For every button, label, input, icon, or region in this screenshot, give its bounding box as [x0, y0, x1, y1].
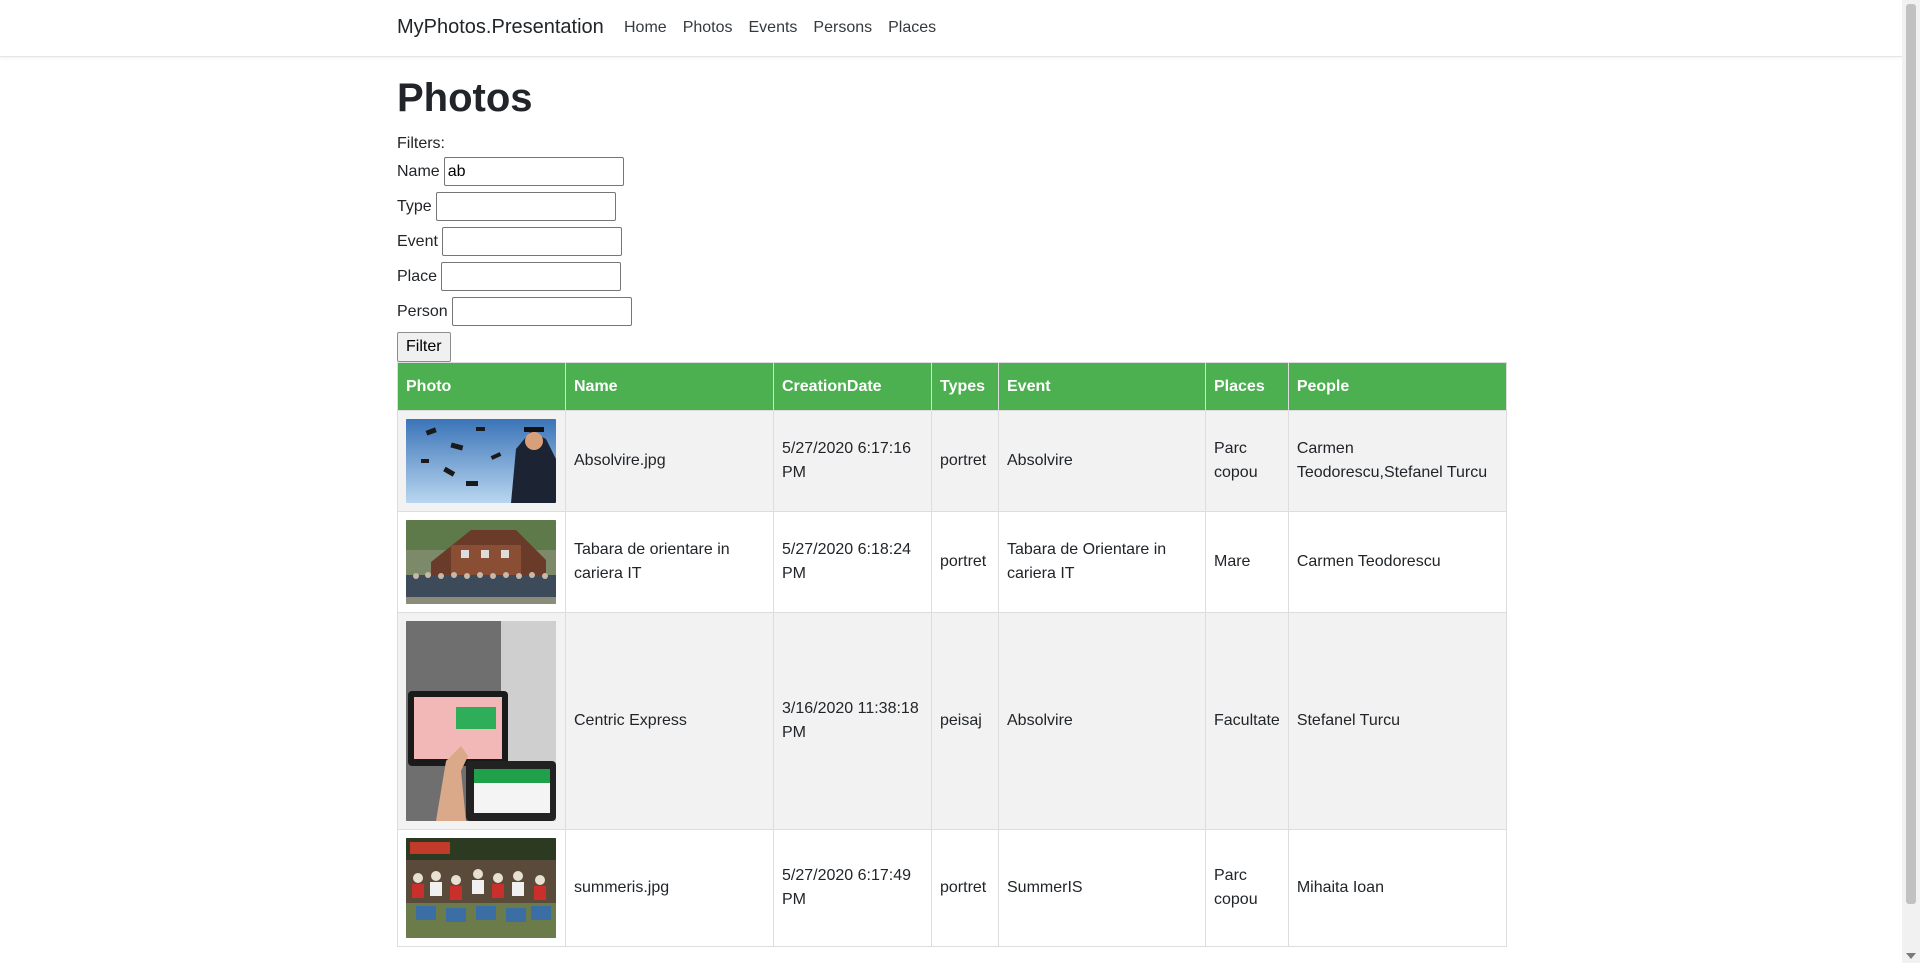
filter-place-input[interactable] [441, 262, 622, 291]
photo-cell [397, 829, 566, 947]
filter-event-label: Event [397, 232, 438, 250]
col-event: Event [998, 362, 1206, 411]
photo-type: portret [931, 511, 999, 613]
table-row: summeris.jpg 5/27/2020 6:17:49 PM portre… [397, 829, 1508, 947]
photo-people: Mihaita Ioan [1287, 829, 1508, 947]
photo-cell [397, 410, 566, 512]
nav-persons[interactable]: Persons [813, 19, 872, 37]
col-creation-date: CreationDate [773, 362, 932, 411]
nav-places[interactable]: Places [888, 19, 936, 37]
scrollbar-thumb[interactable] [1906, 4, 1916, 904]
filter-type-input[interactable] [435, 192, 616, 221]
nav-events[interactable]: Events [749, 19, 798, 37]
top-navbar: MyPhotos.Presentation Home Photos Events… [0, 0, 1902, 57]
photo-date: 5/27/2020 6:18:24 PM [773, 511, 932, 613]
photo-place: Parc copou [1205, 829, 1289, 947]
photo-place: Parc copou [1205, 410, 1289, 512]
group-photo[interactable] [406, 520, 556, 604]
nav-photos[interactable]: Photos [683, 19, 733, 37]
photo-cell [397, 612, 566, 830]
photo-name: summeris.jpg [565, 829, 774, 947]
filter-name-label: Name [397, 162, 440, 180]
filter-place-label: Place [397, 267, 438, 285]
filter-row-place: Place [397, 259, 1507, 294]
photo-date: 5/27/2020 6:17:16 PM [773, 410, 932, 512]
filter-row-type: Type [397, 189, 1507, 224]
photo-type: peisaj [931, 612, 999, 830]
photo-cell [397, 511, 566, 613]
summer-camp-group-photo[interactable] [406, 838, 556, 938]
photo-event: Absolvire [998, 410, 1206, 512]
photo-place: Mare [1205, 511, 1289, 613]
photo-place: Facultate [1205, 612, 1289, 830]
page-title: Photos [397, 76, 533, 120]
col-name: Name [565, 362, 774, 411]
photo-people: Carmen Teodorescu [1287, 511, 1508, 613]
filter-row-name: Name [397, 154, 1507, 189]
filter-person-input[interactable] [451, 297, 632, 326]
photo-people: Carmen Teodorescu,Stefanel Turcu [1287, 410, 1508, 512]
filter-person-label: Person [397, 302, 448, 320]
scroll-down-arrow-icon[interactable] [1906, 953, 1916, 959]
brand-link[interactable]: MyPhotos.Presentation [397, 16, 604, 39]
photo-type: portret [931, 829, 999, 947]
nav-home[interactable]: Home [624, 19, 667, 37]
main-content: Photos Filters: Name Type Event Place Pe… [397, 70, 1508, 947]
col-places: Places [1205, 362, 1289, 411]
table-row: Centric Express 3/16/2020 11:38:18 PM pe… [397, 612, 1508, 830]
photo-name: Tabara de orientare in cariera IT [565, 511, 774, 613]
photo-type: portret [931, 410, 999, 512]
page-scrollbar[interactable] [1902, 0, 1920, 963]
col-types: Types [931, 362, 999, 411]
table-row: Absolvire.jpg 5/27/2020 6:17:16 PM portr… [397, 410, 1508, 512]
tablet-thumbs-up-photo[interactable] [406, 621, 556, 821]
filters-label: Filters: [397, 135, 445, 152]
photo-name: Centric Express [565, 612, 774, 830]
graduation-caps-photo[interactable] [406, 419, 556, 503]
col-photo: Photo [397, 362, 566, 411]
photo-event: SummerIS [998, 829, 1206, 947]
filter-row-event: Event [397, 224, 1507, 259]
table-row: Tabara de orientare in cariera IT 5/27/2… [397, 511, 1508, 613]
photo-date: 3/16/2020 11:38:18 PM [773, 612, 932, 830]
photos-table: Photo Name CreationDate Types Event Plac… [397, 362, 1508, 947]
filter-type-label: Type [397, 197, 432, 215]
filter-button[interactable]: Filter [397, 332, 451, 362]
filter-name-input[interactable] [443, 157, 624, 186]
col-people: People [1287, 362, 1508, 411]
photo-name: Absolvire.jpg [565, 410, 774, 512]
table-header-row: Photo Name CreationDate Types Event Plac… [397, 362, 1508, 411]
nav-links: Home Photos Events Persons Places [624, 19, 936, 37]
photo-event: Tabara de Orientare in cariera IT [998, 511, 1206, 613]
filter-event-input[interactable] [441, 227, 622, 256]
photo-date: 5/27/2020 6:17:49 PM [773, 829, 932, 947]
photo-event: Absolvire [998, 612, 1206, 830]
filter-row-person: Person [397, 294, 1507, 329]
photo-people: Stefanel Turcu [1287, 612, 1508, 830]
